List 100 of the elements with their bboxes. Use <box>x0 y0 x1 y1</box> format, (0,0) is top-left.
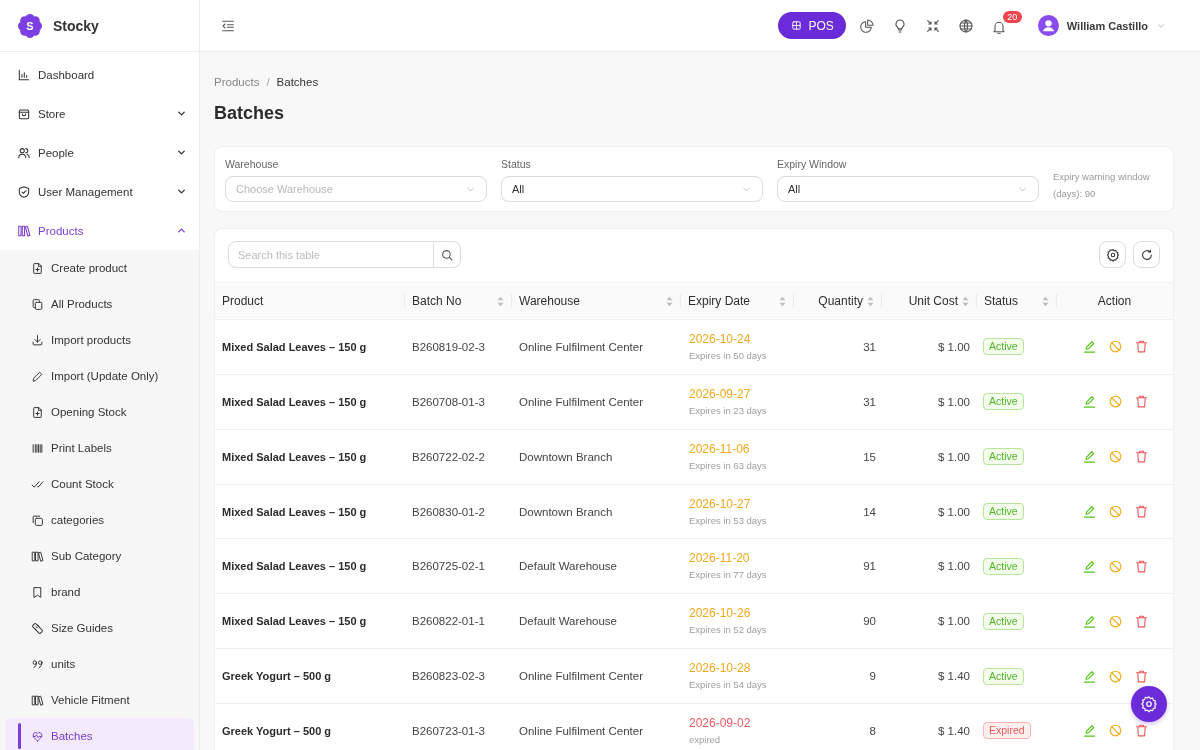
delete-button[interactable] <box>1133 723 1149 739</box>
quantity-value: 31 <box>863 395 876 408</box>
submenu-item[interactable]: Batches <box>5 718 194 750</box>
column-header[interactable]: Status <box>984 294 1019 308</box>
disable-button[interactable] <box>1107 723 1123 739</box>
ban-icon <box>1107 449 1123 465</box>
disable-button[interactable] <box>1107 339 1123 355</box>
disable-button[interactable] <box>1107 504 1123 519</box>
delete-button[interactable] <box>1133 339 1149 355</box>
column-header[interactable]: Batch No <box>412 294 462 308</box>
edit-button[interactable] <box>1081 723 1097 739</box>
batch-number: B260819-02-3 <box>412 340 485 353</box>
submenu-item[interactable]: Size Guides <box>0 610 199 646</box>
delete-button[interactable] <box>1133 613 1149 629</box>
unit-cost: $ 1.00 <box>938 395 970 408</box>
edit-button[interactable] <box>1081 504 1097 519</box>
user-menu[interactable]: William Castillo <box>1037 15 1166 36</box>
submenu-item[interactable]: Print Labels <box>0 430 199 466</box>
submenu-item[interactable]: Import (Update Only) <box>0 358 199 394</box>
submenu-item[interactable]: Import products <box>0 322 199 358</box>
dropdown-field[interactable]: All <box>501 176 763 202</box>
disable-button[interactable] <box>1107 613 1123 629</box>
notifications-button[interactable]: 20 <box>986 10 1023 41</box>
ban-icon <box>1107 504 1123 519</box>
delete-button[interactable] <box>1133 668 1149 684</box>
sort-icon[interactable] <box>962 295 969 307</box>
grid-icon <box>791 20 803 31</box>
expiry-date: 2026-10-27 <box>689 496 751 511</box>
product-name: Mixed Salad Leaves – 150 g <box>222 615 367 628</box>
submenu-item[interactable]: Count Stock <box>0 466 199 502</box>
submenu-item[interactable]: units <box>0 646 199 682</box>
edit-button[interactable] <box>1081 449 1097 465</box>
disable-button[interactable] <box>1107 449 1123 465</box>
sidebar-item[interactable]: Dashboard <box>0 55 199 94</box>
quote-icon <box>31 657 44 671</box>
edit-button[interactable] <box>1081 394 1097 410</box>
sort-icon[interactable] <box>867 295 874 307</box>
refresh-icon <box>1139 247 1154 262</box>
edit-icon <box>1081 668 1097 684</box>
submenu-item[interactable]: brand <box>0 574 199 610</box>
sort-icon[interactable] <box>779 295 786 307</box>
sidebar-item[interactable]: Store <box>0 94 199 133</box>
help-text: Expiry warning window (days): 90 <box>1053 170 1151 201</box>
fullscreen-icon <box>924 17 941 34</box>
submenu-item[interactable]: categories <box>0 502 199 538</box>
sidebar-item[interactable]: People <box>0 133 199 172</box>
edit-icon <box>1081 394 1097 410</box>
submenu-item[interactable]: All Products <box>0 286 199 322</box>
file-plus-icon <box>31 261 44 275</box>
delete-button[interactable] <box>1133 394 1149 410</box>
delete-button[interactable] <box>1133 449 1149 465</box>
expiry-note: Expires in 53 days <box>689 514 767 527</box>
submenu-item[interactable]: Opening Stock <box>0 394 199 430</box>
ban-icon <box>1107 394 1123 410</box>
sort-icon[interactable] <box>497 295 504 307</box>
edit-button[interactable] <box>1081 668 1097 684</box>
refresh-button[interactable] <box>1133 241 1160 268</box>
product-name: Mixed Salad Leaves – 150 g <box>222 340 367 353</box>
sort-icon[interactable] <box>666 295 673 307</box>
dropdown-field[interactable]: All <box>777 176 1039 202</box>
disable-button[interactable] <box>1107 668 1123 684</box>
edit-button[interactable] <box>1081 613 1097 629</box>
edit-button[interactable] <box>1081 339 1097 355</box>
submenu-item[interactable]: Sub Category <box>0 538 199 574</box>
unit-cost: $ 1.00 <box>938 340 970 353</box>
column-header[interactable]: Quantity <box>818 294 863 308</box>
status-badge: Expired <box>983 722 1031 740</box>
settings-button[interactable] <box>1099 241 1126 268</box>
disable-button[interactable] <box>1107 558 1123 574</box>
status-badge: Active <box>983 393 1024 411</box>
search-button[interactable] <box>434 241 461 268</box>
globe-icon <box>957 17 974 34</box>
delete-button[interactable] <box>1133 504 1149 519</box>
warehouse-name: Online Fulfilment Center <box>519 340 643 353</box>
disable-button[interactable] <box>1107 394 1123 410</box>
pos-button[interactable]: POS <box>778 12 846 39</box>
unit-cost: $ 1.00 <box>938 560 970 573</box>
search-field[interactable]: Search this table <box>228 241 434 268</box>
copy-icon <box>31 297 44 311</box>
sidebar-item[interactable]: Products <box>0 211 199 250</box>
submenu-item[interactable]: Create product <box>0 250 199 286</box>
product-name: Mixed Salad Leaves – 150 g <box>222 395 367 408</box>
sidebar-item[interactable]: User Management <box>0 172 199 211</box>
expiry-date: 2026-10-24 <box>689 331 751 346</box>
column-header[interactable]: Expiry Date <box>688 294 751 308</box>
breadcrumb-separator: / <box>266 76 270 88</box>
bag-icon <box>17 106 31 121</box>
unit-cost: $ 1.00 <box>938 615 970 628</box>
column-header[interactable]: Unit Cost <box>908 294 958 308</box>
sort-icon[interactable] <box>1042 295 1049 307</box>
edit-button[interactable] <box>1081 558 1097 574</box>
expiry-date: 2026-09-27 <box>689 386 751 401</box>
column-header[interactable]: Warehouse <box>519 294 580 308</box>
books-icon <box>31 693 44 707</box>
column-header: Product <box>222 294 264 308</box>
submenu-item[interactable]: Vehicle Fitment <box>0 682 199 718</box>
delete-button[interactable] <box>1133 558 1149 574</box>
trash-icon <box>1133 394 1149 410</box>
edit-icon <box>1081 558 1097 574</box>
warehouse-name: Online Fulfilment Center <box>519 395 643 408</box>
